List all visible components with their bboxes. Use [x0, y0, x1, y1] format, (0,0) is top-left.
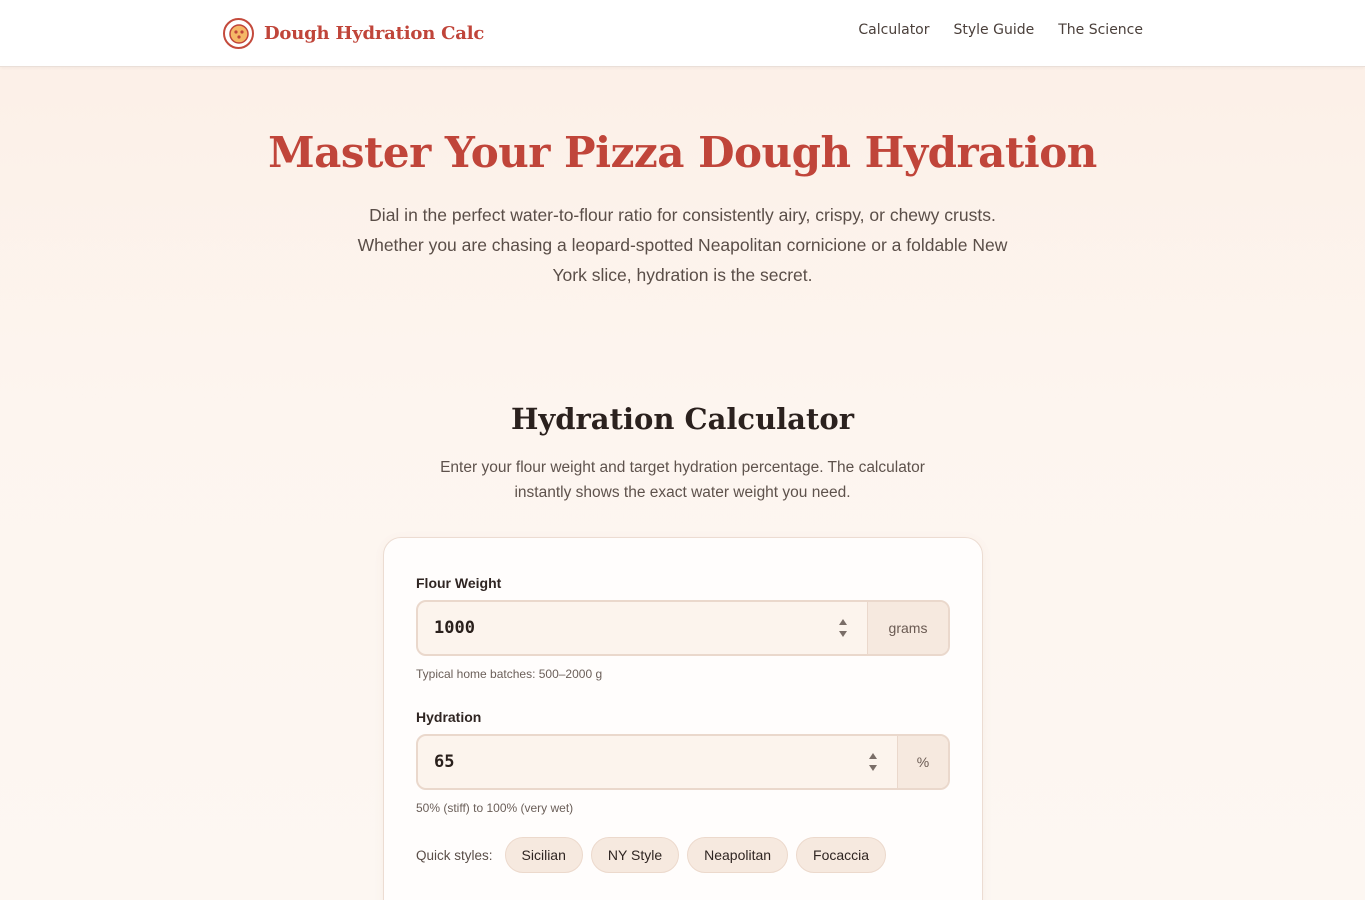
hero-subtitle: Dial in the perfect water-to-flour ratio… — [357, 205, 1008, 285]
flour-weight-hint: Typical home batches: 500–2000 g — [416, 667, 603, 681]
quick-styles: Quick styles: Sicilian NY Style Neapolit… — [416, 837, 887, 873]
hydration-label: Hydration — [416, 709, 482, 725]
style-chip-ny-style[interactable]: NY Style — [590, 837, 680, 873]
calculator-description: Enter your flour weight and target hydra… — [440, 459, 925, 501]
hydration-value: 65 — [434, 752, 455, 772]
brand-name: Dough Hydration Calc — [264, 23, 485, 44]
calculator-title: Hydration Calculator — [511, 402, 854, 436]
brand-link[interactable]: Dough Hydration Calc — [223, 18, 484, 49]
main-nav: Calculator Style Guide The Science — [858, 22, 1143, 38]
flour-weight-input[interactable]: 1000 — [418, 602, 867, 654]
style-chip-sicilian[interactable]: Sicilian — [504, 837, 583, 873]
calculator-card: Flour Weight 1000 grams Typical home bat… — [383, 537, 983, 900]
hydration-input[interactable]: 65 — [418, 736, 897, 788]
style-chip-focaccia[interactable]: Focaccia — [796, 837, 887, 873]
nav-the-science[interactable]: The Science — [1058, 22, 1143, 38]
style-chip-neapolitan[interactable]: Neapolitan — [687, 837, 789, 873]
hydration-unit: % — [897, 736, 948, 788]
hydration-field: 65 % — [416, 734, 950, 790]
up-down-stepper-icon[interactable] — [837, 617, 849, 639]
flour-unit: grams — [867, 602, 948, 654]
flour-weight-label: Flour Weight — [416, 575, 502, 591]
nav-style-guide[interactable]: Style Guide — [954, 22, 1035, 38]
flour-weight-field: 1000 grams — [416, 600, 950, 656]
pizza-face-icon — [223, 18, 254, 49]
up-down-stepper-icon[interactable] — [867, 751, 879, 773]
hydration-hint: 50% (stiff) to 100% (very wet) — [416, 801, 574, 815]
nav-calculator[interactable]: Calculator — [858, 22, 929, 38]
flour-weight-value: 1000 — [434, 618, 475, 638]
hero-title: Master Your Pizza Dough Hydration — [268, 128, 1097, 177]
top-navigation-bar: Dough Hydration Calc Calculator Style Gu… — [0, 0, 1365, 67]
quick-styles-label: Quick styles: — [416, 847, 493, 863]
